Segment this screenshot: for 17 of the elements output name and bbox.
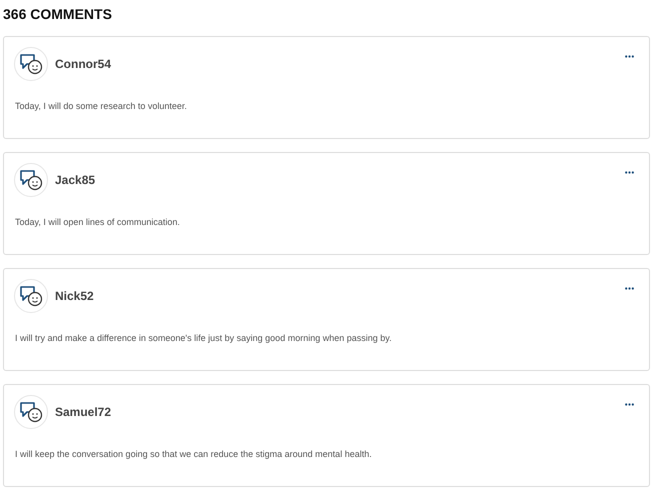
author-name: Jack85 [55, 173, 96, 187]
author-name: Connor54 [55, 57, 112, 71]
chat-bubble-face-icon [19, 53, 43, 75]
comment-text: Today, I will open lines of communication. [15, 217, 181, 227]
chat-bubble-face-icon [19, 401, 43, 423]
comment-text: I will keep the conversation going so that we can reduce the stigma around mental health. [15, 449, 373, 459]
comment-text: Today, I will do some research to volunteer. [15, 101, 188, 111]
chat-bubble-face-icon [19, 285, 43, 307]
more-icon[interactable] [625, 287, 634, 290]
more-icon[interactable] [625, 171, 634, 174]
comments-heading: 366 COMMENTS [3, 5, 113, 23]
author-name: Samuel72 [55, 405, 112, 419]
author-name: Nick52 [55, 289, 94, 303]
more-icon[interactable] [625, 403, 634, 406]
chat-bubble-face-icon [19, 169, 43, 191]
more-icon[interactable] [625, 55, 634, 58]
comment-text: I will try and make a difference in someone's life just by saying good morning when passing by. [15, 333, 393, 343]
